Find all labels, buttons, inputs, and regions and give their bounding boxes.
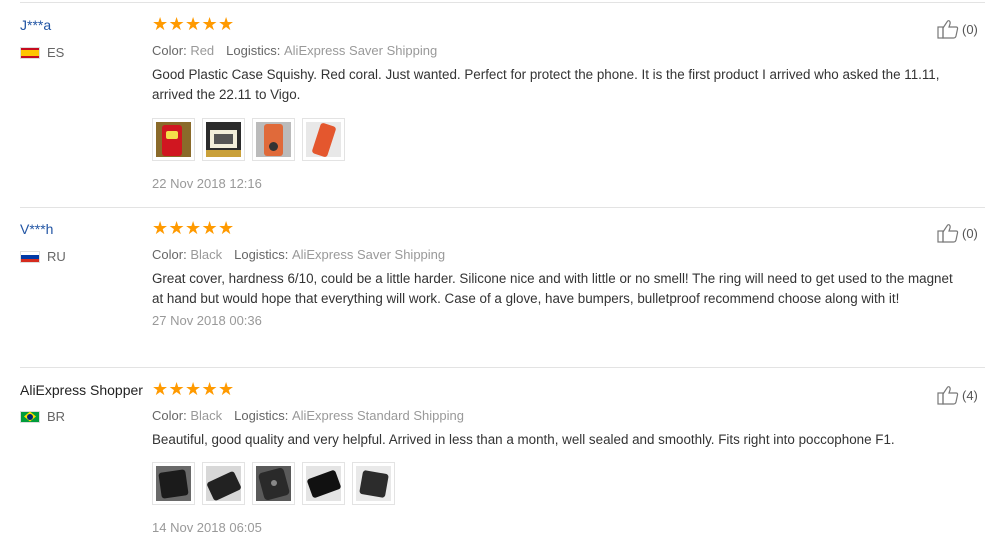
review-text: Beautiful, good quality and very helpful…: [152, 432, 895, 447]
helpful-count: (0): [962, 225, 978, 241]
star-icon: ★: [152, 14, 169, 35]
review-body: ★ ★ ★ ★ ★ Color: Black Logistics: AliExp…: [152, 379, 982, 535]
country-code: ES: [47, 45, 65, 60]
thumbs-up-icon: [937, 224, 959, 243]
review-list: J***a ES ★ ★ ★ ★ ★ Color: Red Logistics:…: [0, 0, 1000, 550]
reviewer-name[interactable]: V***h: [20, 221, 150, 237]
star-icon: ★: [201, 218, 218, 239]
review-photo-thumbnail[interactable]: [202, 118, 245, 161]
star-icon: ★: [168, 218, 185, 239]
color-label: Color:: [152, 247, 187, 262]
color-value: Red: [190, 43, 215, 58]
review-photo-thumbnail[interactable]: [302, 461, 345, 505]
color-value: Black: [190, 408, 223, 423]
review-text: Good Plastic Case Squishy. Red coral. Ju…: [152, 67, 940, 102]
thumbs-up-icon: [937, 20, 959, 39]
star-icon: ★: [218, 218, 235, 239]
logistics-label: Logistics:: [226, 43, 281, 58]
reviewer-info: V***h RU: [20, 221, 150, 264]
review-photos: [152, 461, 982, 505]
divider: [20, 367, 985, 368]
star-icon: ★: [218, 14, 235, 35]
color-label: Color:: [152, 408, 187, 423]
logistics-label: Logistics:: [234, 247, 289, 262]
star-icon: ★: [185, 218, 202, 239]
star-icon: ★: [168, 379, 185, 400]
reviewer-country: BR: [20, 409, 150, 424]
logistics-label: Logistics:: [234, 408, 289, 423]
reviewer-country: ES: [20, 45, 150, 60]
review-text: Great cover, hardness 6/10, could be a l…: [152, 271, 953, 306]
helpful-button[interactable]: (0): [937, 223, 978, 243]
star-icon: ★: [168, 14, 185, 35]
order-info: Color: Black Logistics: AliExpress Stand…: [152, 408, 982, 423]
star-icon: ★: [152, 379, 169, 400]
logistics-value: AliExpress Saver Shipping: [291, 247, 446, 262]
reviewer-info: AliExpress Shopper BR: [20, 382, 150, 424]
order-info: Color: Red Logistics: AliExpress Saver S…: [152, 43, 982, 58]
spain-flag-icon: [20, 46, 40, 59]
reviewer-name[interactable]: AliExpress Shopper: [20, 382, 150, 398]
review-photo-thumbnail[interactable]: [352, 461, 395, 505]
star-icon: ★: [201, 379, 218, 400]
order-info: Color: Black Logistics: AliExpress Saver…: [152, 247, 982, 262]
review-body: ★ ★ ★ ★ ★ Color: Red Logistics: AliExpre…: [152, 14, 982, 191]
star-rating: ★ ★ ★ ★ ★: [152, 218, 982, 239]
review-date: 22 Nov 2018 12:16: [152, 176, 262, 191]
review-date: 27 Nov 2018 00:36: [152, 313, 262, 328]
reviewer-name[interactable]: J***a: [20, 17, 150, 33]
review-photo-thumbnail[interactable]: [202, 461, 245, 505]
country-code: BR: [47, 409, 66, 424]
brazil-flag-icon: [20, 410, 40, 423]
divider: [20, 2, 985, 3]
color-value: Black: [190, 247, 223, 262]
star-icon: ★: [185, 14, 202, 35]
review-body: ★ ★ ★ ★ ★ Color: Black Logistics: AliExp…: [152, 218, 982, 329]
helpful-button[interactable]: (0): [937, 19, 978, 39]
star-icon: ★: [201, 14, 218, 35]
logistics-value: AliExpress Standard Shipping: [291, 408, 464, 423]
russia-flag-icon: [20, 250, 40, 263]
star-rating: ★ ★ ★ ★ ★: [152, 379, 982, 400]
review-photo-thumbnail[interactable]: [302, 118, 345, 161]
color-label: Color:: [152, 43, 187, 58]
review-photos: [152, 118, 982, 161]
review-photo-thumbnail[interactable]: [152, 461, 195, 505]
thumbs-up-icon: [937, 386, 959, 405]
divider: [20, 207, 985, 208]
helpful-button[interactable]: (4): [937, 385, 978, 405]
reviewer-country: RU: [20, 249, 150, 264]
review-photo-thumbnail[interactable]: [252, 118, 295, 161]
star-rating: ★ ★ ★ ★ ★: [152, 14, 982, 35]
review-photo-thumbnail[interactable]: [252, 461, 295, 505]
star-icon: ★: [218, 379, 235, 400]
review-date: 14 Nov 2018 06:05: [152, 519, 262, 535]
helpful-count: (4): [962, 387, 978, 403]
star-icon: ★: [185, 379, 202, 400]
reviewer-info: J***a ES: [20, 17, 150, 60]
review-photo-thumbnail[interactable]: [152, 118, 195, 161]
star-icon: ★: [152, 218, 169, 239]
country-code: RU: [47, 249, 66, 264]
logistics-value: AliExpress Saver Shipping: [284, 43, 438, 58]
helpful-count: (0): [962, 21, 978, 37]
